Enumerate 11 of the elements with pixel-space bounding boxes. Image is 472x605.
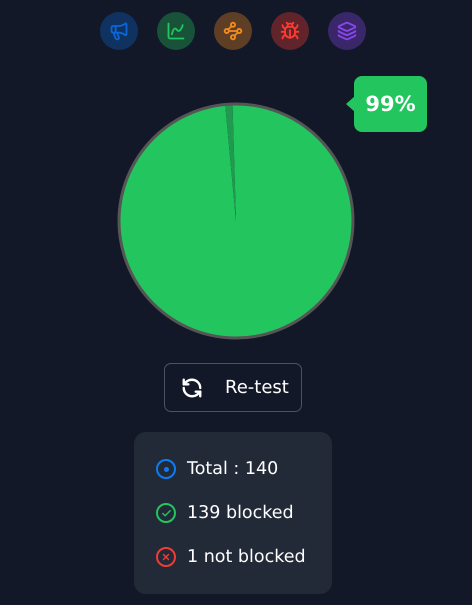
retest-button[interactable]: Re-test xyxy=(164,363,302,412)
summary-label: 139 blocked xyxy=(187,503,294,523)
chart-icon[interactable] xyxy=(157,12,195,50)
summary-label: 1 not blocked xyxy=(187,547,306,567)
network-icon[interactable] xyxy=(214,12,252,50)
bug-icon[interactable] xyxy=(271,12,309,50)
refresh-icon xyxy=(181,376,203,398)
megaphone-icon[interactable] xyxy=(100,12,138,50)
summary-label: Total : 140 xyxy=(187,459,278,479)
layers-icon[interactable] xyxy=(328,12,366,50)
percent-tooltip: 99% xyxy=(354,76,427,132)
